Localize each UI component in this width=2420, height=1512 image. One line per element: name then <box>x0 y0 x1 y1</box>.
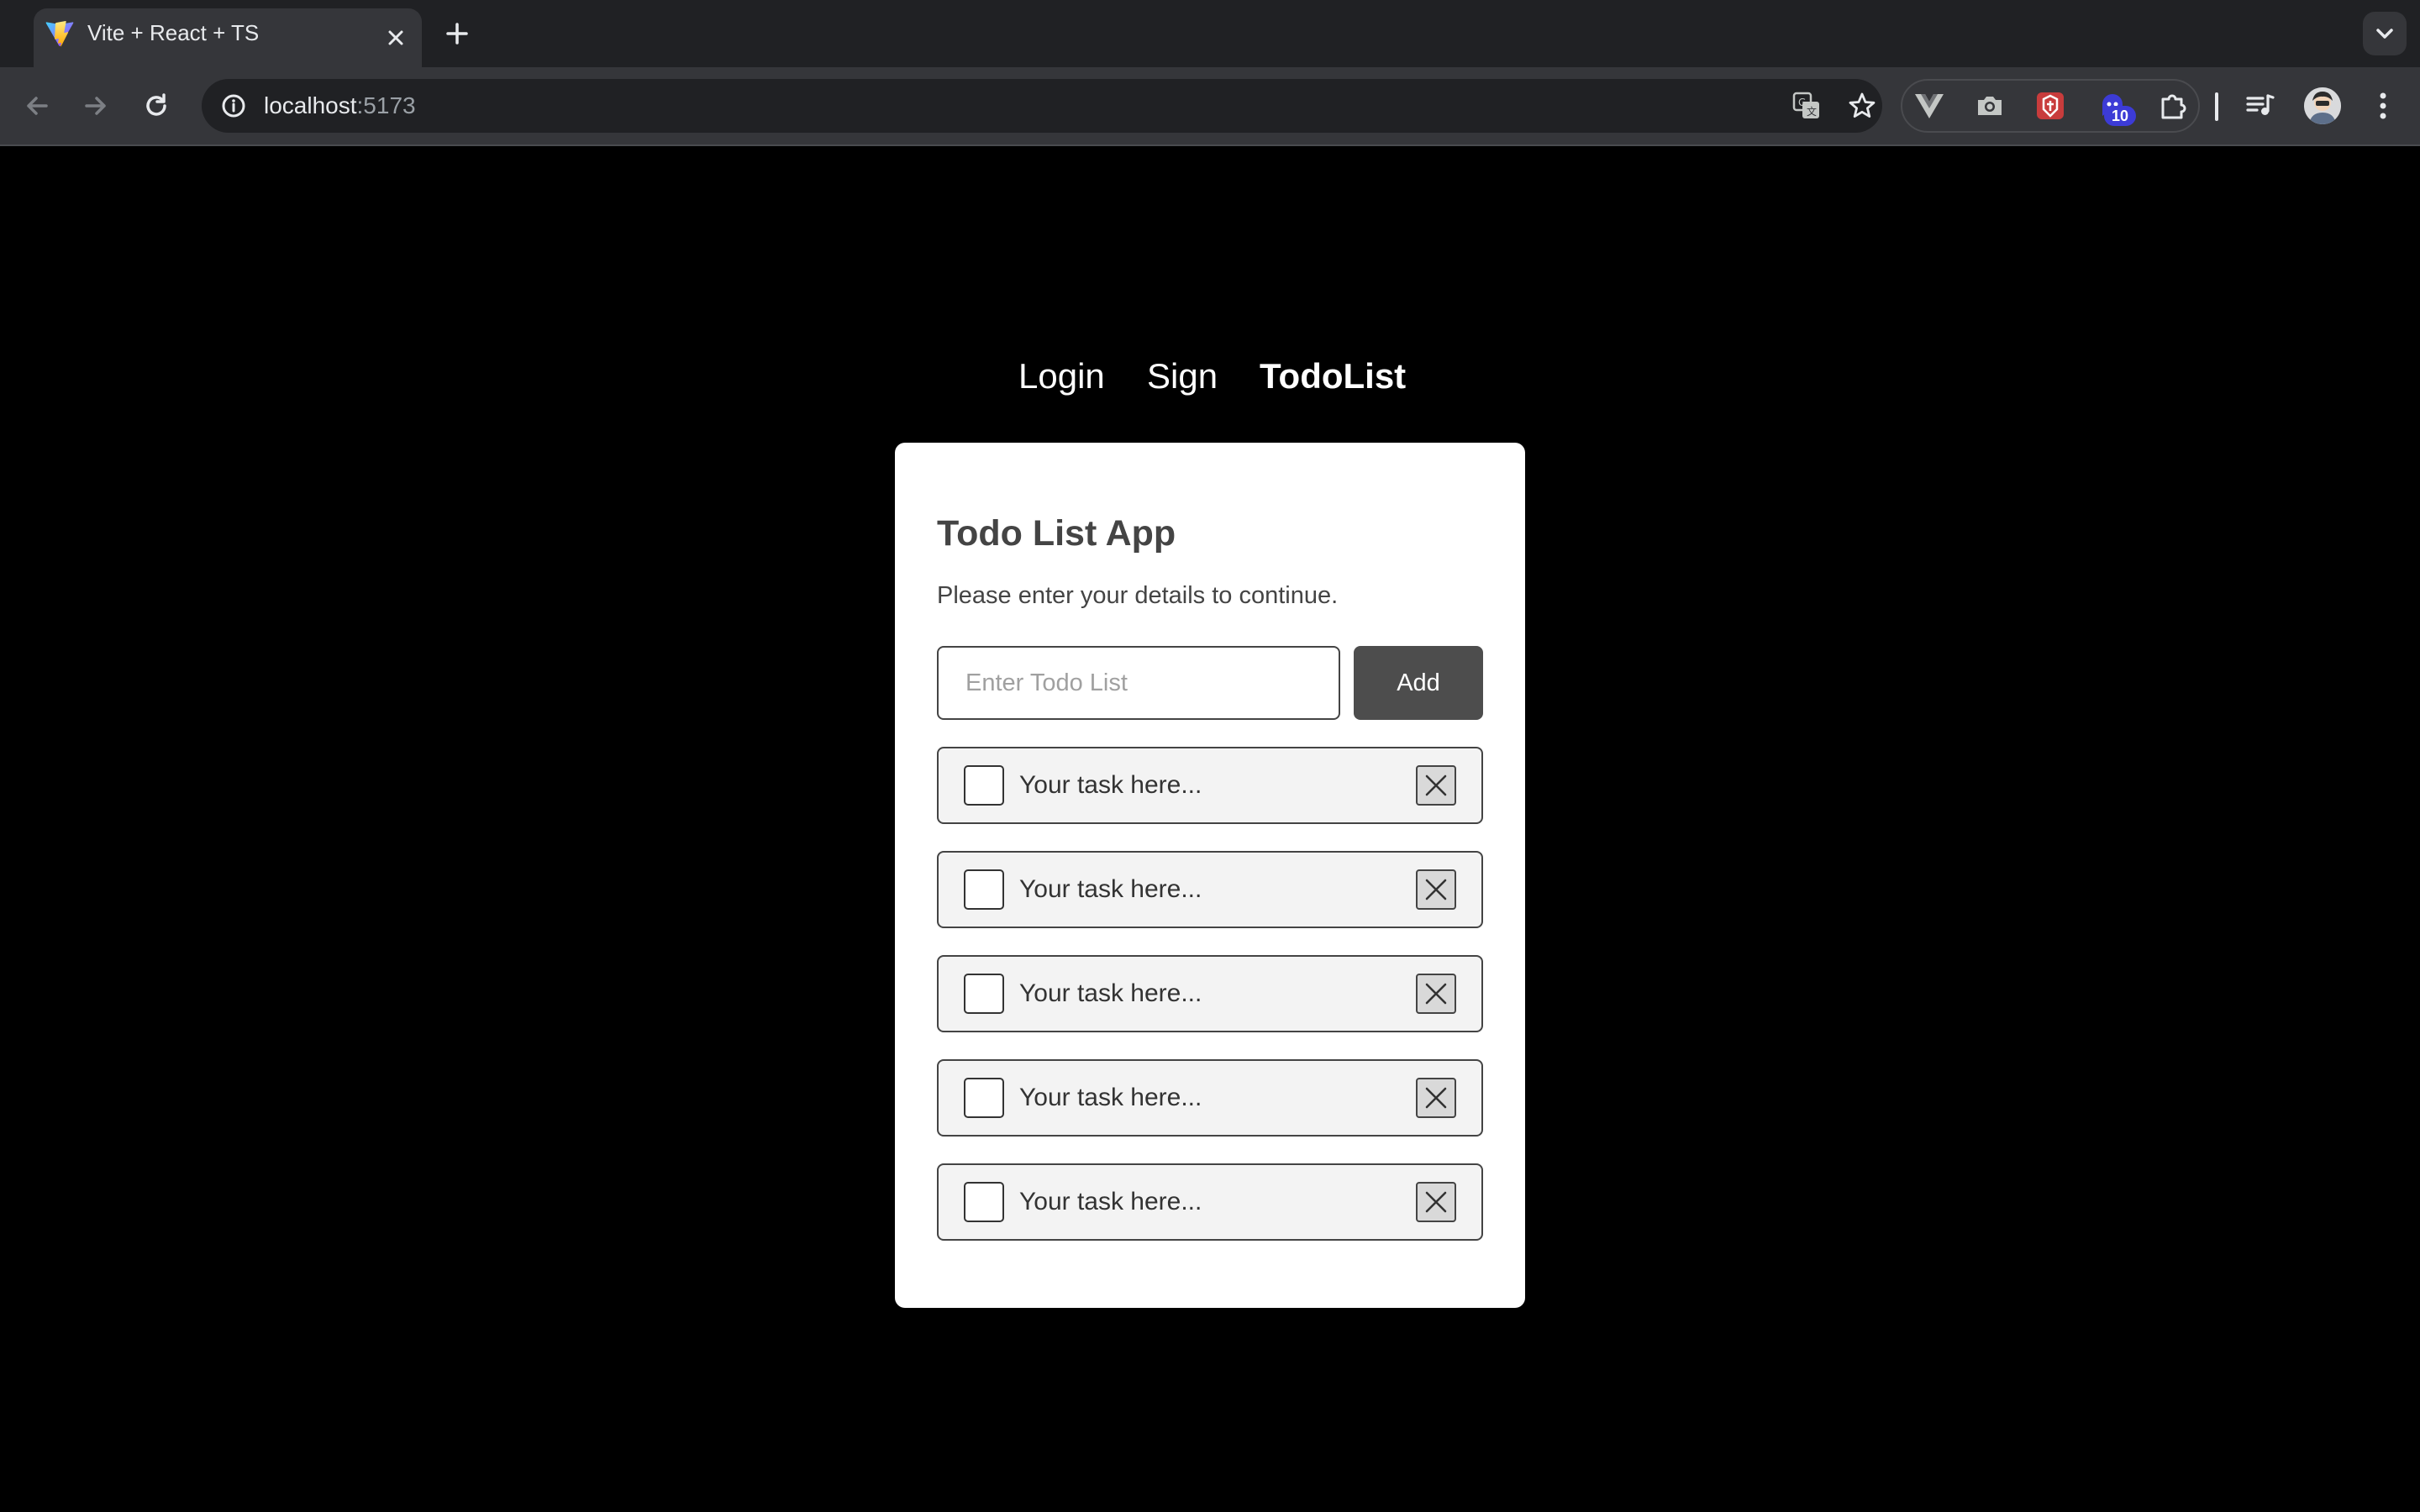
delete-todo-button[interactable] <box>1416 974 1456 1014</box>
close-icon <box>1425 1191 1447 1213</box>
more-menu-icon[interactable] <box>2363 86 2403 126</box>
close-icon <box>1425 879 1447 900</box>
todo-checkbox[interactable] <box>964 869 1004 910</box>
red-extension-icon[interactable] <box>2030 86 2070 126</box>
vite-logo-icon <box>45 20 74 47</box>
profile-avatar[interactable] <box>2304 87 2341 124</box>
reload-icon[interactable] <box>136 86 176 126</box>
todo-item: Your task here... <box>937 1163 1483 1241</box>
card-subtitle: Please enter your details to continue. <box>937 582 1339 609</box>
address-bar[interactable]: localhost:5173 G文 <box>202 79 1882 133</box>
forward-icon[interactable] <box>76 86 116 126</box>
back-icon[interactable] <box>17 86 57 126</box>
translate-icon[interactable]: G文 <box>1790 89 1823 123</box>
site-info-icon[interactable] <box>215 87 252 124</box>
todo-item: Your task here... <box>937 1059 1483 1137</box>
vue-devtools-icon[interactable] <box>1909 86 1949 126</box>
svg-text:G: G <box>1798 97 1806 108</box>
close-icon <box>1425 1087 1447 1109</box>
todo-text: Your task here... <box>1019 1188 1202 1215</box>
todo-item: Your task here... <box>937 955 1483 1032</box>
delete-todo-button[interactable] <box>1416 869 1456 910</box>
close-tab-icon[interactable] <box>381 24 410 52</box>
todo-card: Todo List App Please enter your details … <box>895 443 1525 1308</box>
todo-item: Your task here... <box>937 747 1483 824</box>
todo-checkbox[interactable] <box>964 765 1004 806</box>
media-control-icon[interactable] <box>2240 86 2281 126</box>
todo-text: Your task here... <box>1019 979 1202 1007</box>
bookmark-star-icon[interactable] <box>1845 89 1879 123</box>
todo-checkbox[interactable] <box>964 1078 1004 1118</box>
delete-todo-button[interactable] <box>1416 1182 1456 1222</box>
new-tab-icon[interactable] <box>440 17 474 50</box>
url-host: localhost <box>264 92 357 118</box>
add-button[interactable]: Add <box>1354 646 1483 720</box>
delete-todo-button[interactable] <box>1416 765 1456 806</box>
nav-link-login[interactable]: Login <box>1018 353 1105 400</box>
tab-search-icon[interactable] <box>2363 12 2407 55</box>
todo-checkbox[interactable] <box>964 974 1004 1014</box>
url-text: localhost:5173 <box>264 91 416 121</box>
todo-item: Your task here... <box>937 851 1483 928</box>
tab-title: Vite + React + TS <box>87 20 260 45</box>
toolbar-divider <box>0 144 2420 146</box>
nav-link-todolist[interactable]: TodoList <box>1260 353 1406 400</box>
todo-input[interactable] <box>937 646 1340 720</box>
extension-badge: 10 <box>2104 106 2136 126</box>
browser-tab[interactable]: Vite + React + TS <box>34 8 422 67</box>
nav-link-sign[interactable]: Sign <box>1147 353 1218 400</box>
url-port: :5173 <box>356 92 416 118</box>
todo-text: Your task here... <box>1019 771 1202 799</box>
toolbar-separator <box>2215 92 2218 121</box>
extensions-puzzle-icon[interactable] <box>2153 86 2193 126</box>
todo-checkbox[interactable] <box>964 1182 1004 1222</box>
close-icon <box>1425 774 1447 796</box>
tab-strip: Vite + React + TS <box>0 0 2420 67</box>
svg-text:文: 文 <box>1807 105 1817 118</box>
delete-todo-button[interactable] <box>1416 1078 1456 1118</box>
card-title: Todo List App <box>937 513 1176 554</box>
todo-text: Your task here... <box>1019 875 1202 903</box>
page-nav: Login Sign TodoList <box>0 353 2420 400</box>
close-icon <box>1425 983 1447 1005</box>
todo-text: Your task here... <box>1019 1084 1202 1111</box>
todo-list: Your task here... Your task here... Your… <box>937 747 1483 1268</box>
camera-icon[interactable] <box>1970 86 2010 126</box>
